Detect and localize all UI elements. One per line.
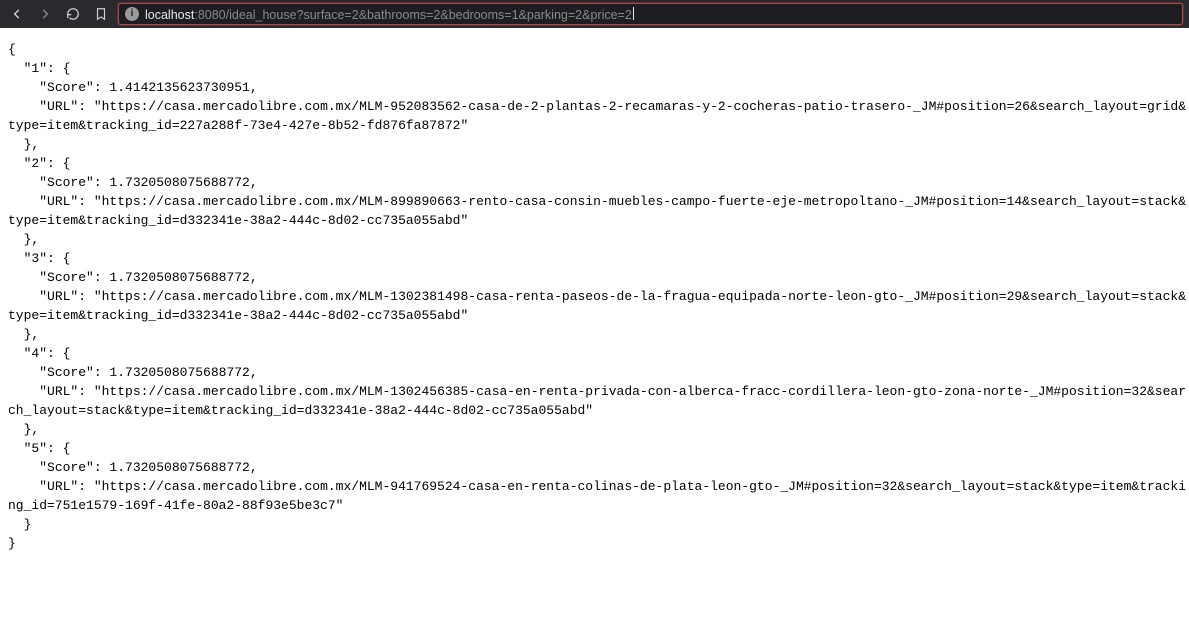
info-icon: i: [125, 7, 139, 21]
url-text: localhost:8080/ideal_house?surface=2&bat…: [145, 6, 634, 22]
json-response: { "1": { "Score": 1.4142135623730951, "U…: [0, 32, 1189, 553]
back-icon: [10, 7, 24, 21]
browser-toolbar: i localhost:8080/ideal_house?surface=2&b…: [0, 0, 1189, 28]
url-path: :8080/ideal_house?surface=2&bathrooms=2&…: [194, 8, 631, 22]
reader-button[interactable]: [90, 3, 112, 25]
reload-icon: [66, 7, 80, 21]
address-bar[interactable]: i localhost:8080/ideal_house?surface=2&b…: [118, 3, 1183, 25]
url-host: localhost: [145, 8, 194, 22]
forward-button[interactable]: [34, 3, 56, 25]
bookmark-icon: [94, 7, 108, 21]
forward-icon: [38, 7, 52, 21]
text-caret: [633, 7, 634, 20]
page-content: { "1": { "Score": 1.4142135623730951, "U…: [0, 28, 1189, 557]
back-button[interactable]: [6, 3, 28, 25]
reload-button[interactable]: [62, 3, 84, 25]
